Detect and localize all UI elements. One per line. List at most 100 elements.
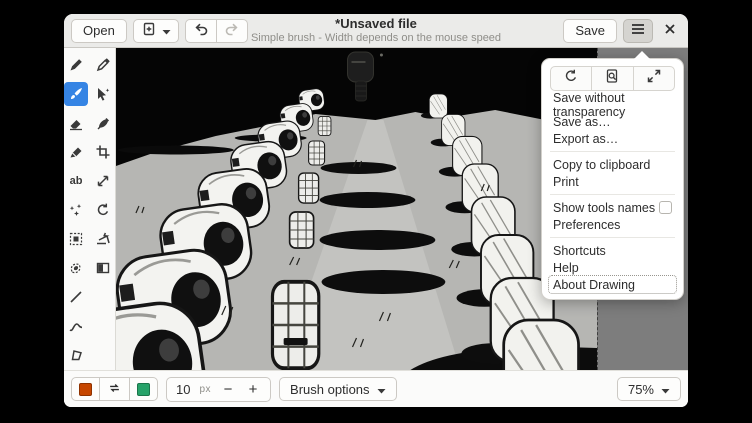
secondary-color-button[interactable] (129, 377, 158, 401)
color-controls-group (71, 377, 158, 401)
desktop: { "window": { "title": "*Unsaved file", … (0, 0, 752, 423)
window-subtitle: Simple brush - Width depends on the mous… (251, 32, 501, 45)
menu-item-label: Export as… (553, 132, 618, 146)
size-unit-label: px (199, 384, 211, 395)
tool-text-button[interactable]: ab (64, 169, 88, 193)
tools-panel: ab (64, 48, 116, 370)
tool-rectangle-selection-button[interactable] (64, 227, 88, 251)
print-preview-button[interactable] (591, 66, 633, 91)
tool-paint-button[interactable] (91, 111, 115, 135)
tool-polygon-button[interactable] (64, 343, 88, 367)
tool-eraser-button[interactable] (64, 111, 88, 135)
free-selection-icon (68, 260, 84, 276)
chevron-down-icon (162, 23, 171, 38)
tool-brush-button[interactable] (64, 82, 88, 106)
fullscreen-button[interactable] (633, 66, 675, 91)
new-image-menu-button[interactable] (133, 19, 179, 43)
close-window-button[interactable] (659, 19, 681, 43)
menu-icon-row (550, 66, 675, 91)
close-icon (664, 23, 676, 38)
brush-icon (68, 86, 84, 102)
reload-icon (563, 68, 579, 89)
menu-item-about-drawing[interactable]: About Drawing (549, 276, 676, 293)
chevron-down-icon (661, 382, 670, 397)
menu-item-save-without-transparency[interactable]: Save without transparency (549, 96, 676, 113)
crop-icon (95, 144, 111, 160)
menu-item-show-tools-names[interactable]: Show tools names (549, 199, 676, 216)
zoom-level-button[interactable]: 75% (617, 377, 681, 401)
cursor-sparkle-icon (95, 86, 111, 102)
menu-item-copy-to-clipboard[interactable]: Copy to clipboard (549, 156, 676, 173)
drawing-app-window: Open (64, 14, 688, 407)
filters-icon (95, 260, 111, 276)
tool-line-button[interactable] (64, 285, 88, 309)
show-tools-names-checkbox[interactable] (659, 201, 672, 214)
open-button[interactable]: Open (71, 19, 127, 43)
menu-item-preferences[interactable]: Preferences (549, 216, 676, 233)
fullscreen-icon (646, 68, 662, 89)
undo-button[interactable] (185, 19, 217, 43)
brush-options-label: Brush options (290, 382, 370, 397)
main-color-button[interactable] (71, 377, 100, 401)
menu-item-shortcuts[interactable]: Shortcuts (549, 242, 676, 259)
menu-item-label: Preferences (553, 218, 620, 232)
menu-item-help[interactable]: Help (549, 259, 676, 276)
menu-item-label: Copy to clipboard (553, 158, 650, 172)
rect-selection-icon (68, 231, 84, 247)
zoom-level-label: 75% (628, 382, 654, 397)
highlighter-icon (68, 144, 84, 160)
canvas[interactable] (116, 48, 598, 370)
pencil-icon (68, 57, 84, 73)
app-menu-popover: Save without transparency Save as… Expor… (541, 58, 684, 300)
brush-options-button[interactable]: Brush options (279, 377, 397, 401)
tool-skew-button[interactable] (91, 227, 115, 251)
tool-color-picker-button[interactable] (91, 53, 115, 77)
size-increase-button[interactable]: + (245, 381, 261, 398)
tool-free-selection-button[interactable] (64, 256, 88, 280)
paint-icon (95, 115, 111, 131)
tool-color-selection-button[interactable] (91, 82, 115, 106)
line-icon (68, 289, 84, 305)
sparkle-points-icon (68, 202, 84, 218)
menu-item-label: Print (553, 175, 579, 189)
tool-crop-button[interactable] (91, 140, 115, 164)
tool-size-spinner[interactable]: 10 px − + (166, 377, 271, 402)
size-value: 10 (176, 382, 190, 397)
menu-item-label: Help (553, 261, 579, 275)
tool-filters-button[interactable] (91, 256, 115, 280)
tool-rotate-button[interactable] (91, 198, 115, 222)
undo-redo-group (185, 19, 248, 43)
hamburger-menu-button[interactable] (623, 19, 653, 43)
exchange-colors-button[interactable] (99, 377, 130, 401)
secondary-color-swatch (137, 383, 150, 396)
eyedropper-icon (95, 57, 111, 73)
header-left-controls: Open (71, 19, 248, 43)
save-button[interactable]: Save (563, 19, 617, 43)
reload-button[interactable] (550, 66, 592, 91)
menu-item-label: About Drawing (553, 278, 635, 292)
skew-icon (95, 231, 111, 247)
header-right-controls: Save (563, 19, 681, 43)
size-decrease-button[interactable]: − (220, 381, 236, 398)
new-image-icon (141, 21, 157, 40)
tool-highlighter-button[interactable] (64, 140, 88, 164)
redo-icon (224, 21, 240, 40)
menu-item-label: Show tools names (553, 201, 655, 215)
tool-pencil-button[interactable] (64, 53, 88, 77)
menu-item-export-as[interactable]: Export as… (549, 130, 676, 147)
window-titles: *Unsaved file Simple brush - Width depen… (251, 17, 501, 45)
main-color-swatch (79, 383, 92, 396)
menu-separator (550, 194, 675, 195)
menu-item-print[interactable]: Print (549, 173, 676, 190)
redo-button[interactable] (216, 19, 248, 43)
window-title: *Unsaved file (251, 17, 501, 32)
polygon-icon (68, 347, 84, 363)
tool-curve-button[interactable] (64, 314, 88, 338)
tool-points-button[interactable] (64, 198, 88, 222)
tool-scale-button[interactable] (91, 169, 115, 193)
chevron-down-icon (377, 382, 386, 397)
menu-separator (550, 237, 675, 238)
undo-icon (193, 21, 209, 40)
print-preview-icon (604, 68, 620, 89)
scale-icon (95, 173, 111, 189)
